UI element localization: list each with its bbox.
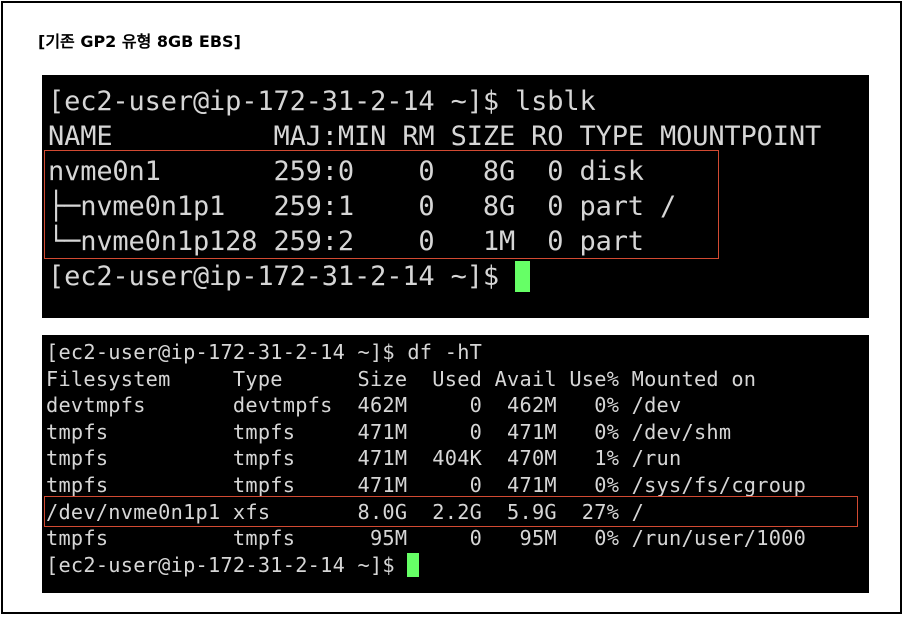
terminal-cursor bbox=[407, 552, 420, 577]
lsblk-terminal[interactable]: [ec2-user@ip-172-31-2-14 ~]$ lsblk NAME … bbox=[42, 75, 869, 318]
disk-highlight-box bbox=[44, 150, 719, 259]
figure-heading: [기존 GP2 유형 8GB EBS] bbox=[38, 32, 241, 51]
df-terminal[interactable]: [ec2-user@ip-172-31-2-14 ~]$ df -hT File… bbox=[42, 335, 869, 593]
df-row-tmpfs-run: tmpfs tmpfs 471M 404K 470M 1% /run bbox=[46, 446, 682, 471]
df-row-tmpfs-user: tmpfs tmpfs 95M 0 95M 0% /run/user/1000 bbox=[46, 526, 807, 551]
df-command-line: [ec2-user@ip-172-31-2-14 ~]$ df -hT bbox=[46, 340, 483, 364]
df-prompt-line: [ec2-user@ip-172-31-2-14 ~]$ bbox=[46, 552, 420, 579]
df-header-row: Filesystem Type Size Used Avail Use% Mou… bbox=[46, 366, 757, 391]
lsblk-command-line: [ec2-user@ip-172-31-2-14 ~]$ lsblk bbox=[48, 86, 596, 117]
df-row-devtmpfs: devtmpfs devtmpfs 462M 0 462M 0% /dev bbox=[46, 393, 682, 418]
shell-prompt: [ec2-user@ip-172-31-2-14 ~]$ bbox=[46, 552, 408, 577]
root-fs-highlight-box bbox=[44, 496, 858, 527]
shell-prompt: [ec2-user@ip-172-31-2-14 ~]$ bbox=[48, 261, 516, 292]
terminal-cursor bbox=[515, 261, 531, 292]
lsblk-header-row: NAME MAJ:MIN RM SIZE RO TYPE MOUNTPOINT bbox=[48, 121, 822, 152]
df-row-tmpfs-shm: tmpfs tmpfs 471M 0 471M 0% /dev/shm bbox=[46, 419, 732, 444]
lsblk-prompt-line: [ec2-user@ip-172-31-2-14 ~]$ bbox=[48, 259, 531, 294]
df-row-tmpfs-cgroup: tmpfs tmpfs 471M 0 471M 0% /sys/fs/cgrou… bbox=[46, 473, 807, 497]
